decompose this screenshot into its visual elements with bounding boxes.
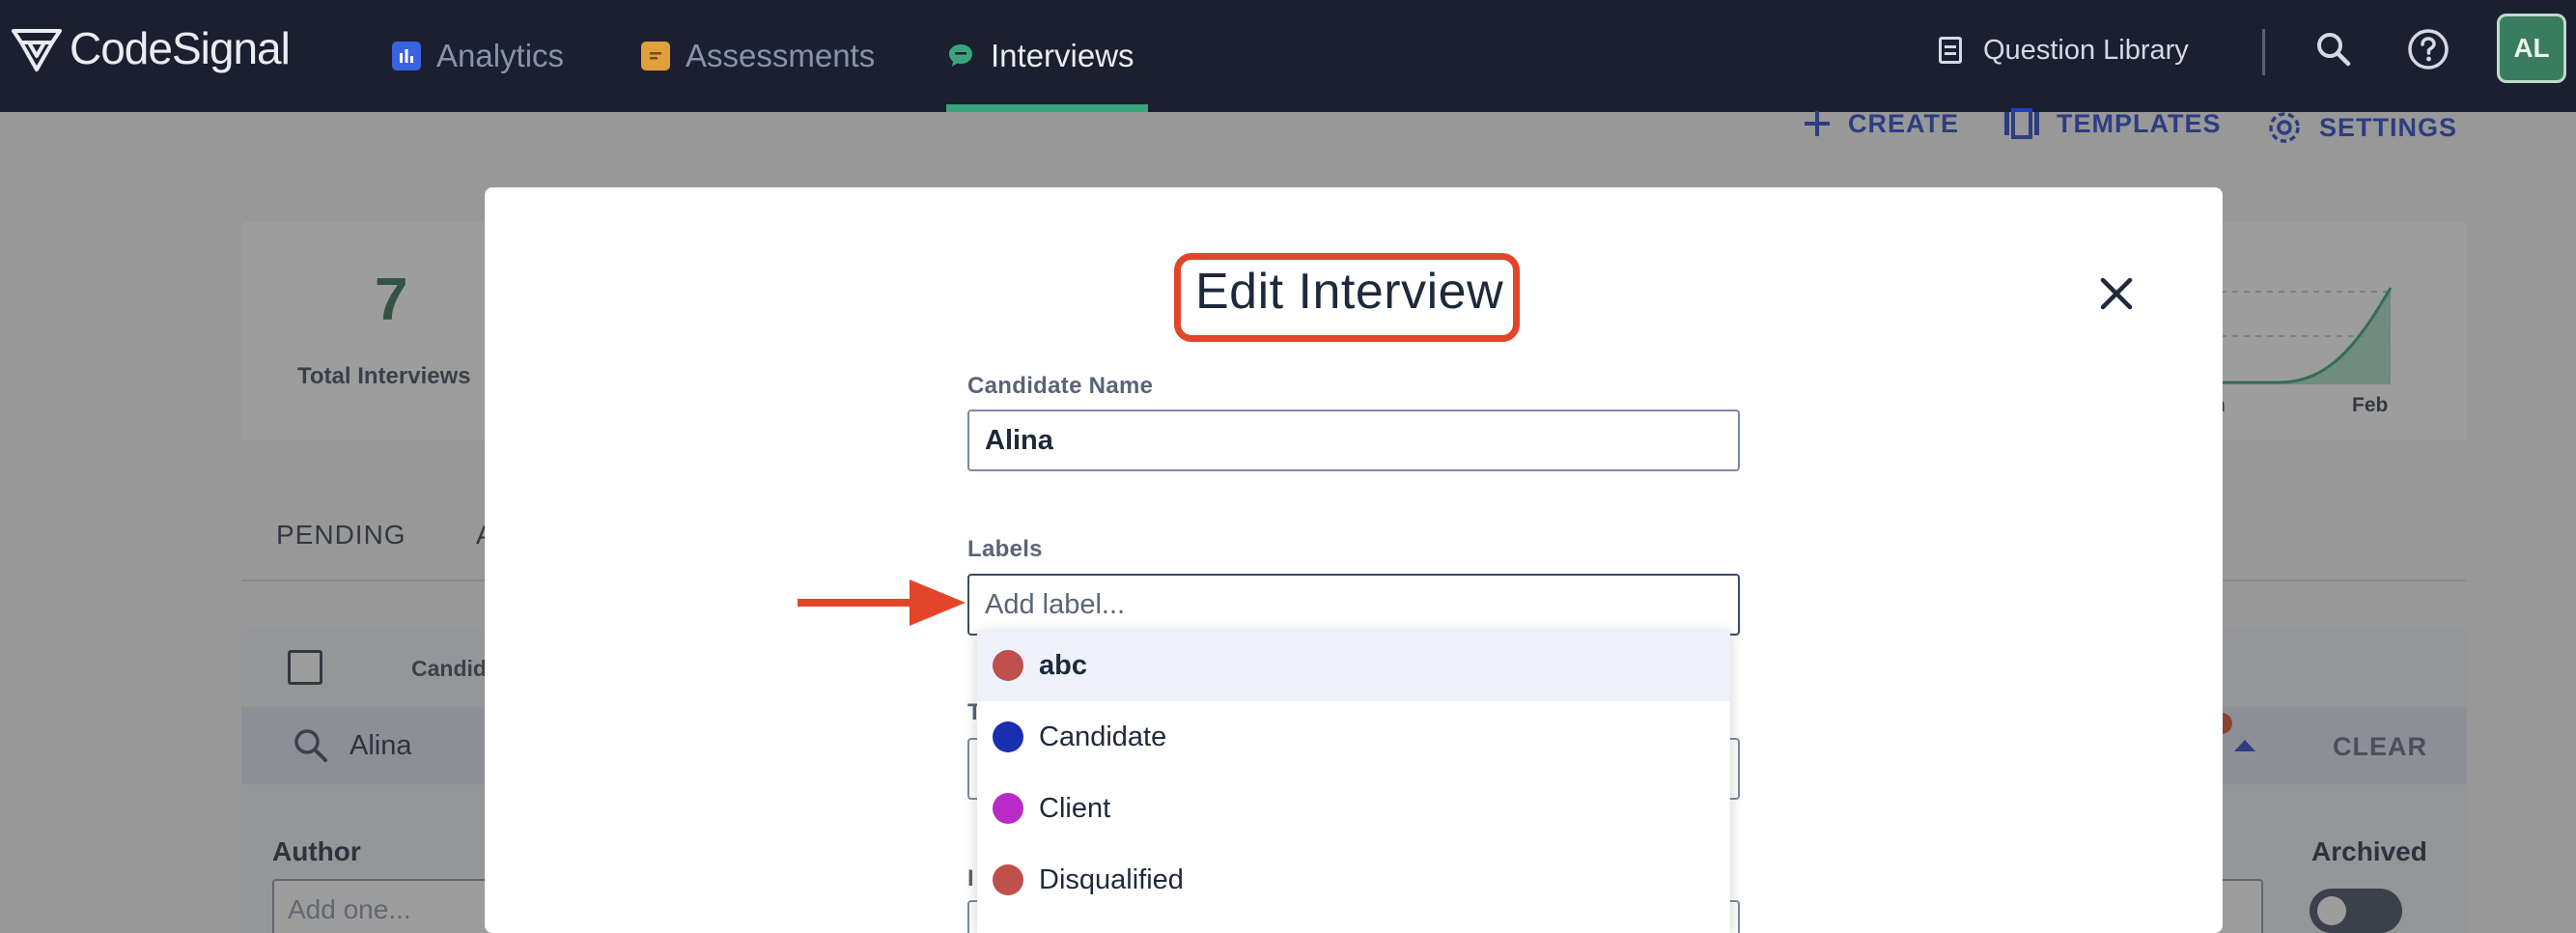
user-avatar[interactable]: AL xyxy=(2497,14,2566,83)
label-options-dropdown: abc Candidate Client Disqualified xyxy=(977,630,1730,933)
codesignal-logo[interactable]: CodeSignal xyxy=(10,19,291,77)
logo-text: CodeSignal xyxy=(70,23,291,73)
label-color-icon xyxy=(993,650,1023,681)
bar-chart-icon xyxy=(392,42,421,71)
label-option-text: abc xyxy=(1039,649,1087,681)
nav-divider xyxy=(2262,29,2265,75)
nav-link-label: Interviews xyxy=(991,38,1134,73)
labels-input[interactable] xyxy=(967,574,1740,636)
close-icon[interactable] xyxy=(2095,272,2138,315)
label-option-text: Disqualified xyxy=(1039,863,1184,895)
active-tab-underline xyxy=(946,104,1148,112)
label-option-text: Candidate xyxy=(1039,721,1167,752)
nav-link-label: Analytics xyxy=(436,38,565,73)
arrow-annotation xyxy=(798,580,966,626)
labels-label: Labels xyxy=(967,536,1043,562)
list-book-icon xyxy=(1939,37,1962,64)
candidate-name-input[interactable] xyxy=(967,410,1740,471)
field-label: I xyxy=(967,865,974,891)
nav-link-analytics[interactable]: Analytics xyxy=(392,0,564,112)
nav-link-assessments[interactable]: Assessments xyxy=(641,0,875,112)
chat-bubble-icon xyxy=(946,42,975,71)
question-library-label: Question Library xyxy=(1983,34,2189,66)
search-icon[interactable] xyxy=(2310,25,2358,73)
help-icon[interactable] xyxy=(2404,25,2452,73)
nav-link-interviews[interactable]: Interviews xyxy=(946,0,1134,112)
label-color-icon xyxy=(993,793,1023,824)
label-option-disqualified[interactable]: Disqualified xyxy=(977,844,1730,916)
label-option-client[interactable]: Client xyxy=(977,773,1730,844)
top-navigation-bar: CodeSignal Analytics Assessments Intervi… xyxy=(0,0,2576,112)
question-library-link[interactable]: Question Library xyxy=(1939,0,2189,100)
label-color-icon xyxy=(993,721,1023,752)
document-icon xyxy=(641,42,670,71)
label-color-icon xyxy=(993,864,1023,895)
codesignal-logo-icon xyxy=(12,29,62,71)
modal-title: Edit Interview xyxy=(1195,264,1504,320)
label-option-text: Client xyxy=(1039,792,1111,824)
nav-link-label: Assessments xyxy=(686,38,876,73)
candidate-name-label: Candidate Name xyxy=(967,373,1154,399)
label-option-abc[interactable]: abc xyxy=(977,630,1730,701)
label-option-candidate[interactable]: Candidate xyxy=(977,701,1730,773)
